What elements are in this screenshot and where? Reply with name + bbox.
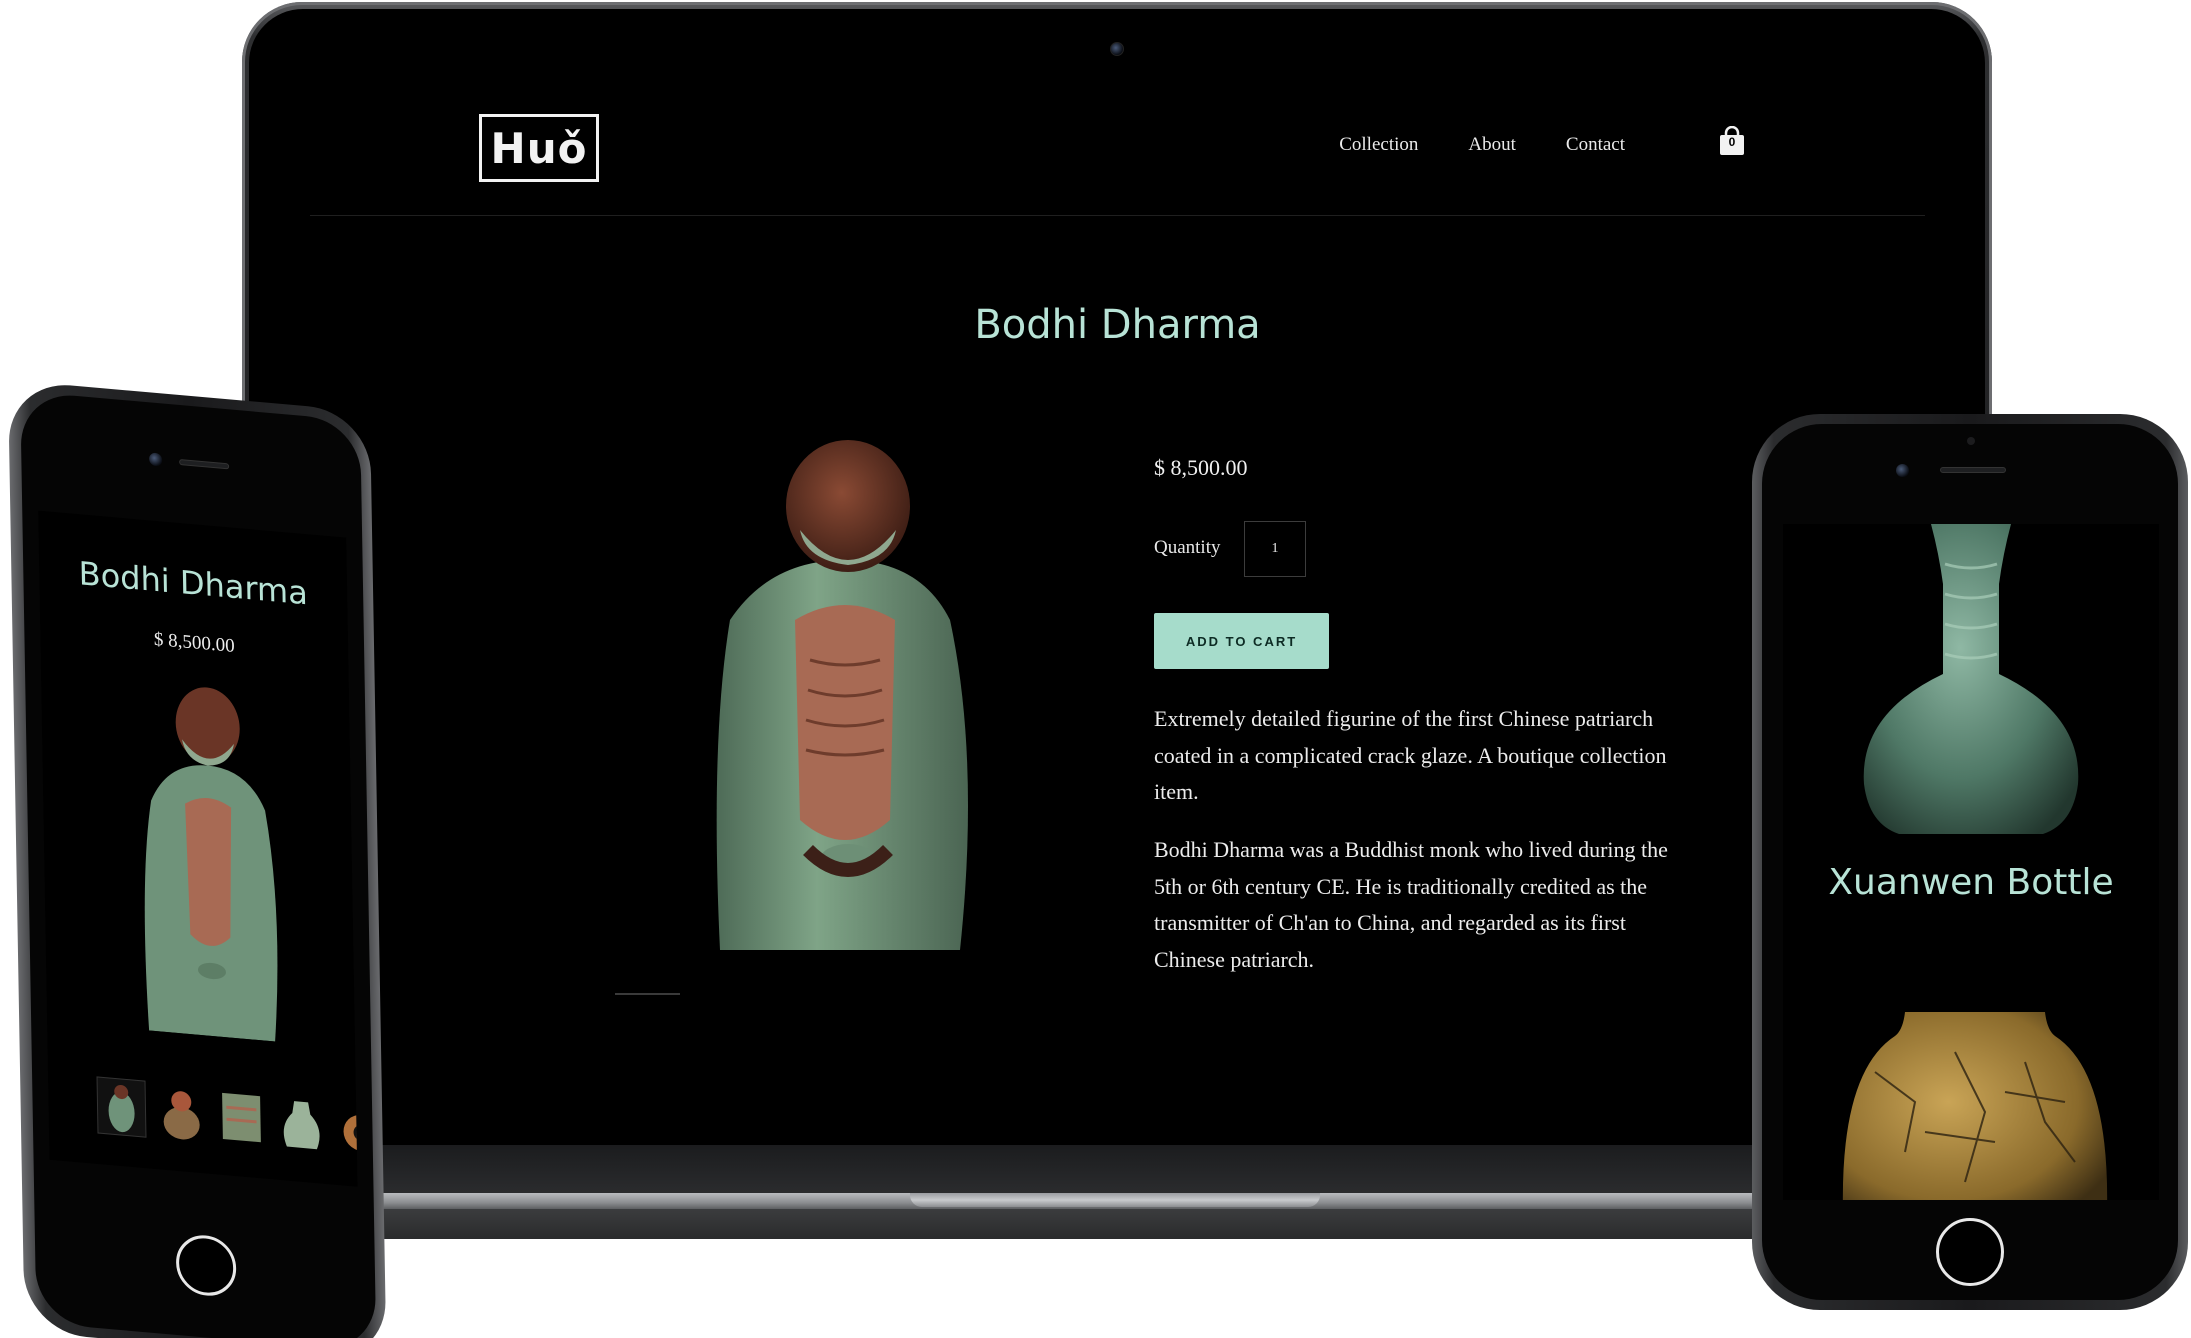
xuanwen-bottle-image[interactable]	[1853, 524, 2089, 834]
left-phone: Bodhi Dharma $ 8,500.00	[8, 380, 387, 1338]
main-nav: Collection About Contact	[1339, 134, 1625, 156]
mobile-collection-title[interactable]: Xuanwen Bottle	[1783, 862, 2159, 903]
right-phone-speaker	[1940, 467, 2006, 473]
nav-link-contact[interactable]: Contact	[1566, 134, 1625, 156]
thumbnail-3[interactable]	[216, 1086, 267, 1148]
right-phone-home-button[interactable]	[1936, 1218, 2004, 1286]
left-phone-screen: Bodhi Dharma $ 8,500.00	[38, 510, 358, 1187]
thumbnail-5[interactable]	[336, 1097, 358, 1159]
product-description-2: Bodhi Dharma was a Buddhist monk who liv…	[1154, 837, 1668, 972]
desktop-screen: Huǒ Collection About Contact 0 Bodhi Dha…	[310, 80, 1925, 1145]
product-price: $ 8,500.00	[1154, 455, 1248, 480]
mobile-product-price: $ 8,500.00	[153, 628, 235, 657]
right-phone-sensor	[1967, 437, 1975, 445]
nav-link-collection[interactable]: Collection	[1339, 134, 1418, 156]
site-logo[interactable]: Huǒ	[479, 114, 599, 182]
site-header: Huǒ Collection About Contact 0	[310, 80, 1925, 216]
mobile-product-title: Bodhi Dharma	[78, 554, 309, 613]
add-to-cart-button[interactable]: ADD TO CART	[1154, 613, 1329, 669]
right-phone-screen: Xuanwen Bottle	[1783, 524, 2159, 1200]
product-image[interactable]	[690, 440, 1000, 950]
image-slider-indicator[interactable]	[615, 993, 680, 995]
thumbnail-1[interactable]	[96, 1076, 147, 1138]
cart-icon[interactable]: 0	[1719, 125, 1745, 156]
product-description-1: Extremely detailed figurine of the first…	[1154, 706, 1667, 804]
quantity-label: Quantity	[1154, 537, 1221, 558]
mobile-product-image[interactable]	[131, 679, 287, 1043]
nav-link-about[interactable]: About	[1468, 134, 1516, 156]
cart-count: 0	[1728, 135, 1736, 149]
thumbnail-4[interactable]	[276, 1092, 327, 1154]
laptop-notch	[910, 1193, 1320, 1207]
right-phone-camera	[1896, 464, 1909, 477]
crackle-jar-image[interactable]	[1835, 1012, 2115, 1200]
quantity-input[interactable]	[1244, 521, 1306, 577]
product-title: Bodhi Dharma	[974, 302, 1261, 348]
left-phone-camera	[149, 452, 163, 467]
mobile-thumbnail-strip	[96, 1076, 358, 1160]
thumbnail-2[interactable]	[156, 1081, 207, 1143]
laptop-chin	[249, 1145, 1985, 1195]
laptop-camera	[1110, 42, 1124, 56]
